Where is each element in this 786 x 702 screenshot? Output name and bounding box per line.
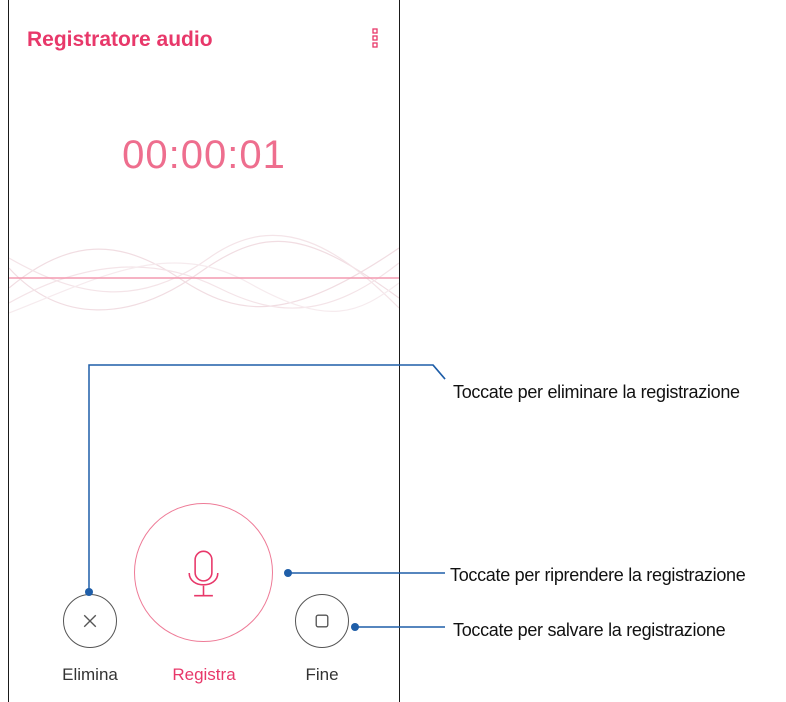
callout-record-text: Toccate per riprendere la registrazione [450,565,746,585]
record-button[interactable] [134,503,273,642]
phone-screen: Registratore audio 00:00:01 Elimina Regi… [8,0,400,702]
waveform [9,234,399,314]
recording-timer: 00:00:01 [122,133,286,177]
stop-label: Fine [305,665,339,684]
stop-button[interactable] [295,594,349,648]
delete-button[interactable] [63,594,117,648]
callout-stop-text: Toccate per salvare la registrazione [453,620,726,640]
app-title: Registratore audio [27,28,213,51]
record-label: Registra [172,665,236,684]
microphone-icon [188,550,219,597]
delete-label: Elimina [62,665,118,684]
callout-delete-text: Toccate per eliminare la registrazione [453,382,740,402]
stop-icon [315,614,329,628]
more-vert-icon[interactable] [371,28,379,48]
close-icon [83,614,97,628]
